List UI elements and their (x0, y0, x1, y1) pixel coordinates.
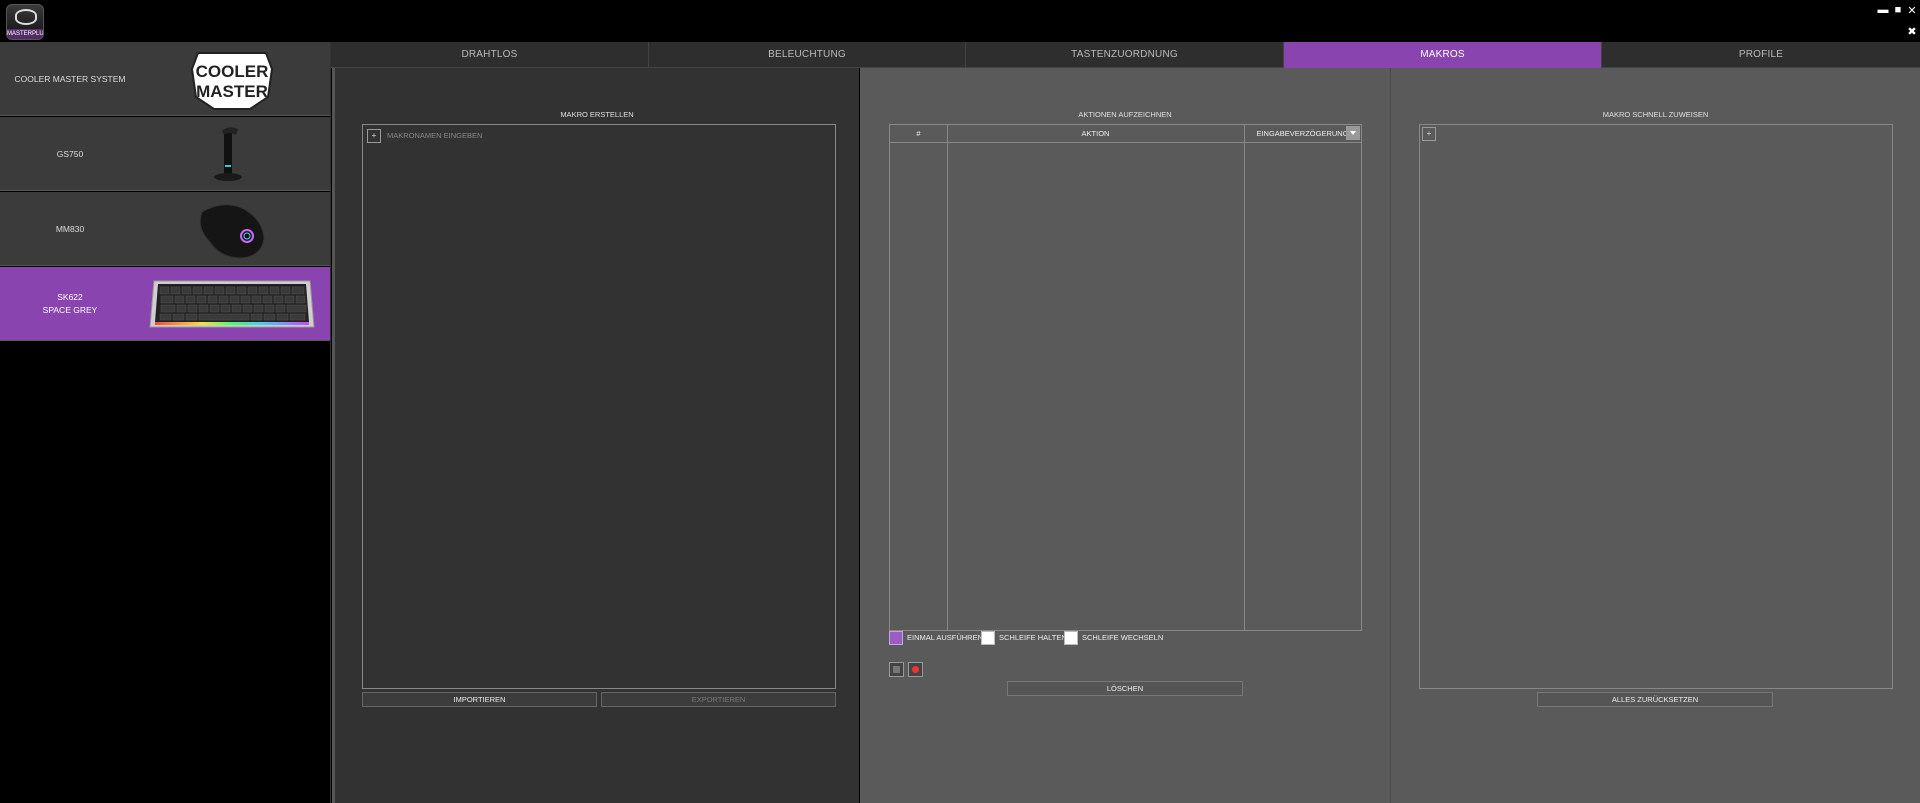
device-sublabel: SPACE GREY (42, 305, 98, 315)
panel-title: AKTIONEN AUFZEICHNEN (1078, 110, 1172, 119)
delete-button[interactable]: LÖSCHEN (1007, 681, 1243, 696)
title-bar: MASTERPLUS+ ▬ ■ ✕ ✖ (0, 0, 1920, 42)
device-sidebar: COOLER MASTER SYSTEM COOLER MASTER GS750… (0, 42, 331, 803)
tab-makros[interactable]: MAKROS (1284, 42, 1602, 68)
hold-loop-checkbox[interactable] (981, 631, 995, 645)
tab-profile[interactable]: PROFILE (1602, 42, 1920, 68)
headset-stand-icon (214, 127, 242, 181)
column-header-action: AKTION (947, 125, 1244, 143)
tab-tastenzuordnung[interactable]: TASTENZUORDNUNG (966, 42, 1284, 68)
chevron-down-icon[interactable] (1346, 126, 1360, 140)
maximize-icon[interactable]: ■ (1891, 4, 1905, 16)
column-header-number: # (890, 125, 947, 143)
hold-loop-label: SCHLEIFE HALTEN (999, 633, 1067, 642)
record-icon[interactable] (908, 662, 923, 677)
run-once-label: EINMAL AUSFÜHREN (907, 633, 983, 642)
quick-assign-box: + (1419, 124, 1893, 689)
panel-title: MAKRO ERSTELLEN (560, 110, 634, 119)
add-assignment-button[interactable]: + (1422, 127, 1436, 141)
macro-list-box: + MAKRONAMEN EINGEBEN (362, 124, 836, 689)
tab-drahtlos[interactable]: DRAHTLOS (331, 42, 649, 68)
minimize-icon[interactable]: ▬ (1876, 4, 1890, 16)
export-button[interactable]: EXPORTIEREN (601, 692, 836, 707)
logo-line1: COOLER (196, 62, 269, 81)
add-macro-button[interactable]: + (367, 129, 381, 143)
sidebar-item-mm830[interactable]: MM830 (0, 192, 330, 266)
actions-table: # AKTION EINGABEVERZÖGERUNG (889, 124, 1362, 631)
logo-text: MASTERPLUS+ (7, 31, 44, 37)
stop-icon[interactable] (889, 662, 904, 677)
import-button[interactable]: IMPORTIEREN (362, 692, 597, 707)
keyboard-icon (149, 280, 315, 328)
macro-name-input[interactable]: MAKRONAMEN EINGEBEN (387, 130, 482, 142)
sidebar-item-sk622[interactable]: SK622 SPACE GREY (0, 267, 330, 341)
reset-all-button[interactable]: ALLES ZURÜCKSETZEN (1537, 692, 1773, 707)
column-header-delay: EINGABEVERZÖGERUNG (1244, 125, 1361, 143)
device-label: COOLER MASTER SYSTEM (14, 74, 126, 84)
sidebar-item-cooler-master-system[interactable]: COOLER MASTER SYSTEM COOLER MASTER (0, 42, 330, 116)
device-label: MM830 (55, 224, 85, 234)
device-label: GS750 (56, 149, 84, 159)
main-tabs: DRAHTLOS BELEUCHTUNG TASTENZUORDNUNG MAK… (331, 42, 1920, 68)
cooler-master-logo-icon: COOLER MASTER (190, 52, 274, 110)
column-divider (1244, 125, 1245, 630)
tab-beleuchtung[interactable]: BELEUCHTUNG (649, 42, 966, 68)
toggle-loop-label: SCHLEIFE WECHSELN (1082, 633, 1164, 642)
panel-title: MAKRO SCHNELL ZUWEISEN (1602, 110, 1709, 119)
gaming-mouse-icon (199, 204, 265, 259)
record-actions-panel: AKTIONEN AUFZEICHNEN # AKTION EINGABEVER… (860, 68, 1390, 803)
sidebar-item-gs750[interactable]: GS750 (0, 117, 330, 191)
device-label: SK622 (57, 292, 83, 302)
toggle-loop-checkbox[interactable] (1064, 631, 1078, 645)
run-once-checkbox[interactable] (889, 631, 903, 645)
logo-line2: MASTER (196, 82, 268, 101)
masterplus-logo: MASTERPLUS+ (6, 4, 44, 40)
settings-icon[interactable]: ✖ (1905, 25, 1919, 38)
close-icon[interactable]: ✕ (1905, 4, 1919, 17)
column-divider (947, 125, 948, 630)
quick-assign-panel: MAKRO SCHNELL ZUWEISEN + ALLES ZURÜCKSET… (1390, 68, 1920, 803)
create-macro-panel: MAKRO ERSTELLEN + MAKRONAMEN EINGEBEN IM… (332, 68, 859, 803)
logo-ring (15, 9, 37, 25)
